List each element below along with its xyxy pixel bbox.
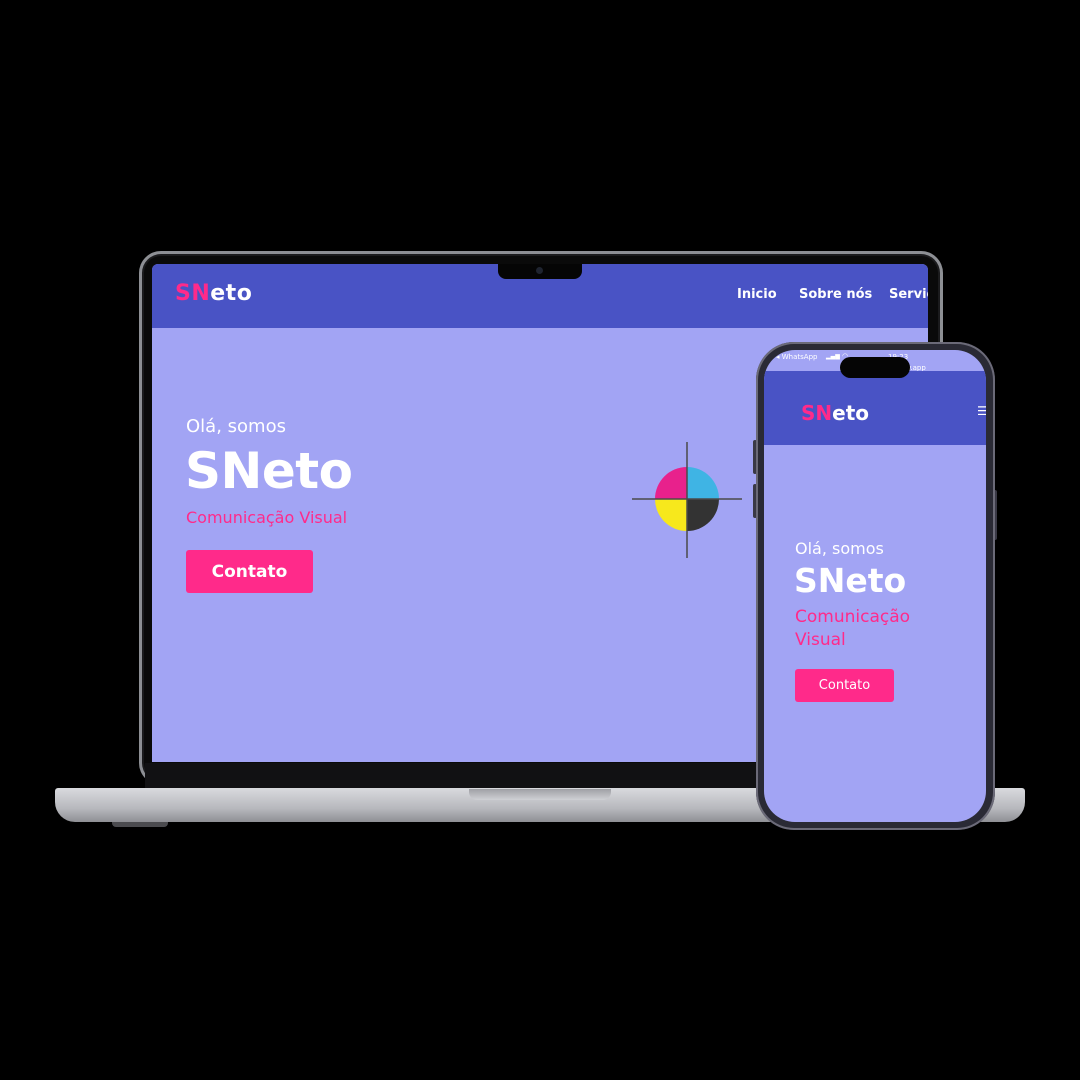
laptop-notch [498,264,582,279]
logo-rest: eto [210,281,253,306]
phone-hero-title: SNeto [794,561,907,600]
phone-hero-subtitle: Comunicação Visual [795,607,911,650]
logo-initials: SN [175,281,211,306]
hero-title: SNeto [185,442,353,500]
signal-icon: ▂▄▆ [826,353,840,360]
nav-item-inicio[interactable]: Inicio [737,287,777,302]
phone-hero-greeting: Olá, somos [795,539,884,558]
laptop-foot-left [112,822,168,827]
logo-initials: SN [801,401,833,425]
hero-greeting: Olá, somos [186,416,286,437]
laptop-logo[interactable]: SNeto [175,281,252,306]
phone-navbar: SNeto ☰ [764,371,986,445]
nav-item-servicos[interactable]: Serviç [889,287,928,302]
cmyk-registration-icon [632,442,742,558]
laptop-opening-groove [469,789,611,800]
phone-screen: ◂ WhatsApp ▂▄▆ ◠ 19:23 lify.app SNeto ☰ … [764,350,986,822]
phone-logo[interactable]: SNeto [801,401,869,425]
hamburger-icon[interactable]: ☰ [977,404,986,418]
hero-subtitle: Comunicação Visual [186,508,348,527]
logo-rest: eto [832,401,870,425]
phone-contact-button[interactable]: Contato [795,669,894,702]
status-carrier: ◂ WhatsApp [776,353,818,361]
camera-icon [536,267,543,274]
contact-button[interactable]: Contato [186,550,313,593]
nav-item-sobre-nos[interactable]: Sobre nós [799,287,872,302]
phone-dynamic-island [840,357,910,378]
